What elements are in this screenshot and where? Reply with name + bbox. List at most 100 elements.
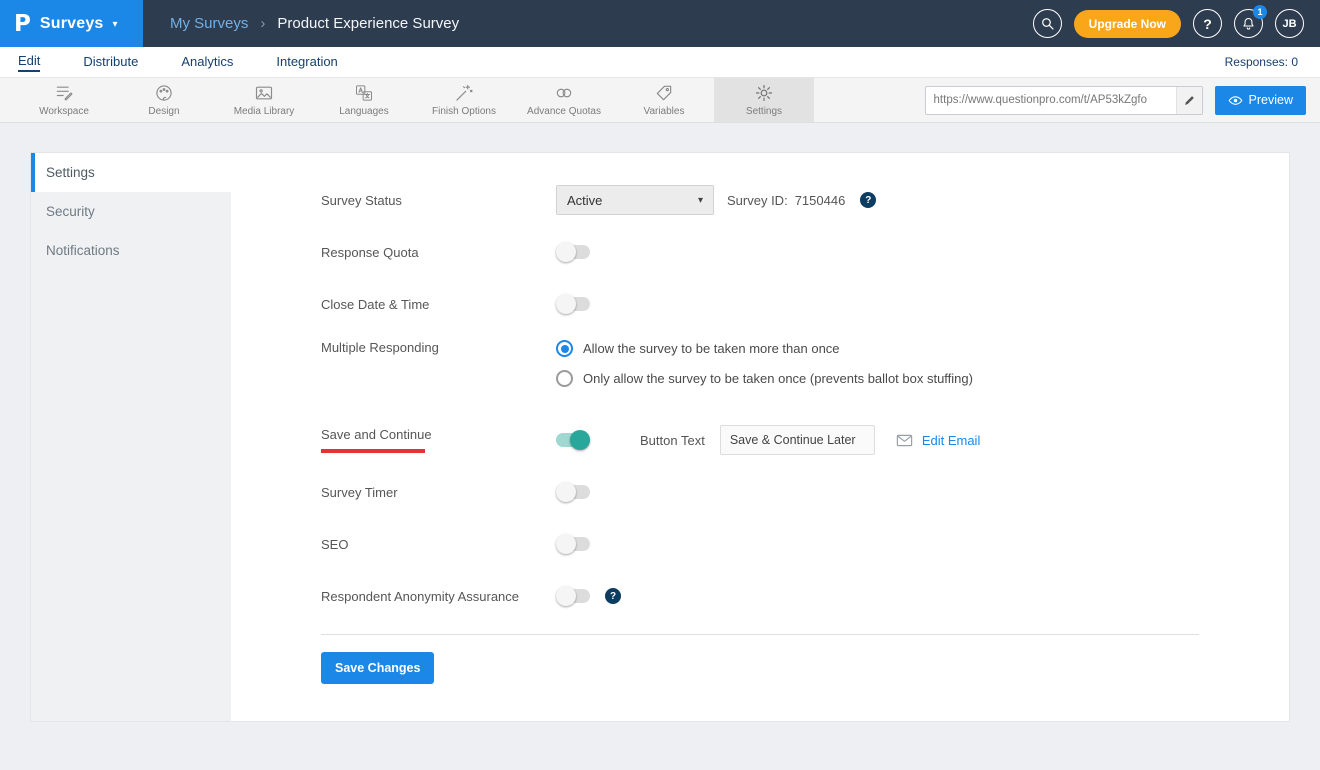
survey-url-box: [925, 86, 1203, 115]
tabbar: Edit Distribute Analytics Integration Re…: [0, 47, 1320, 78]
sidebar-item-notifications[interactable]: Notifications: [31, 231, 231, 270]
topbar-actions: Upgrade Now ? 1 JB: [1033, 9, 1320, 38]
toolbar-item-label: Design: [148, 106, 179, 117]
seo-label: SEO: [321, 537, 556, 552]
toolbar-item-label: Workspace: [39, 106, 89, 117]
help-button[interactable]: ?: [1193, 9, 1222, 38]
topbar: P Surveys ▾ My Surveys › Product Experie…: [0, 0, 1320, 47]
palette-icon: [154, 83, 174, 103]
tab-distribute[interactable]: Distribute: [83, 54, 138, 71]
wand-icon: [454, 83, 474, 103]
toolbar-item-label: Variables: [644, 106, 685, 117]
radio-option-allow: Allow the survey to be taken more than o…: [556, 340, 973, 357]
sidebar-item-label: Settings: [46, 165, 95, 180]
product-name: Surveys: [40, 15, 104, 33]
responses-count: Responses: 0: [1225, 55, 1302, 69]
form-divider: [321, 634, 1199, 635]
notifications-button[interactable]: 1: [1234, 9, 1263, 38]
sidebar-item-label: Notifications: [46, 243, 120, 258]
toggle-knob: [556, 242, 576, 262]
radio-label: Allow the survey to be taken more than o…: [583, 341, 840, 356]
eye-icon: [1228, 93, 1243, 108]
search-icon: [1040, 16, 1055, 31]
gear-icon: [754, 83, 774, 103]
response-quota-label: Response Quota: [321, 245, 556, 260]
bell-icon: [1241, 16, 1256, 31]
respondent-anonymity-toggle[interactable]: [556, 589, 590, 603]
settings-sidebar: Settings Security Notifications: [31, 153, 231, 721]
breadcrumb-separator: ›: [260, 15, 265, 32]
close-date-label: Close Date & Time: [321, 297, 556, 312]
chevron-down-icon: ▾: [113, 19, 118, 30]
toolbar-item-label: Media Library: [234, 106, 295, 117]
survey-url-input[interactable]: [926, 94, 1176, 106]
toggle-knob: [556, 586, 576, 606]
close-date-toggle[interactable]: [556, 297, 590, 311]
toolbar-item-label: Advance Quotas: [527, 106, 601, 117]
links-icon: [554, 83, 574, 103]
survey-status-select[interactable]: Active ▾: [556, 185, 714, 215]
save-and-continue-label: Save and Continue: [321, 427, 556, 453]
toolbar-right: Preview: [925, 78, 1320, 122]
button-text-input[interactable]: [720, 425, 875, 455]
toolbar-item-variables[interactable]: Variables: [614, 78, 714, 122]
languages-icon: [354, 83, 374, 103]
survey-status-label: Survey Status: [321, 193, 556, 208]
search-button[interactable]: [1033, 9, 1062, 38]
question-mark-icon: ?: [1203, 16, 1212, 32]
page-title: Product Experience Survey: [277, 15, 459, 32]
toolbar-item-settings[interactable]: Settings: [714, 78, 814, 122]
sidebar-item-settings[interactable]: Settings: [31, 153, 231, 192]
toolbar-item-workspace[interactable]: Workspace: [14, 78, 114, 122]
red-annotation-underline: [321, 449, 425, 453]
questionpro-logo: P: [14, 11, 31, 37]
seo-row: SEO: [321, 518, 1289, 570]
seo-toggle[interactable]: [556, 537, 590, 551]
tab-integration[interactable]: Integration: [276, 54, 337, 71]
survey-id-help-icon[interactable]: ?: [860, 192, 876, 208]
survey-timer-label: Survey Timer: [321, 485, 556, 500]
toolbar-item-advance-quotas[interactable]: Advance Quotas: [514, 78, 614, 122]
settings-card: Settings Security Notifications Survey S…: [30, 152, 1290, 722]
toggle-knob: [570, 430, 590, 450]
toolbar-item-finish-options[interactable]: Finish Options: [414, 78, 514, 122]
chevron-down-icon: ▾: [698, 195, 703, 206]
edit-email-link[interactable]: Edit Email: [895, 431, 981, 450]
toolbar-item-design[interactable]: Design: [114, 78, 214, 122]
envelope-icon: [895, 431, 914, 450]
survey-status-row: Survey Status Active ▾ Survey ID: 715044…: [321, 174, 1289, 226]
toggle-knob: [556, 534, 576, 554]
avatar-initials: JB: [1282, 18, 1296, 30]
save-and-continue-label-text: Save and Continue: [321, 427, 432, 442]
multiple-responding-label: Multiple Responding: [321, 340, 556, 355]
toggle-knob: [556, 294, 576, 314]
save-changes-button[interactable]: Save Changes: [321, 652, 434, 684]
toolbar-item-languages[interactable]: Languages: [314, 78, 414, 122]
save-and-continue-toggle[interactable]: [556, 433, 590, 447]
button-text-label: Button Text: [640, 433, 705, 448]
product-switcher[interactable]: P Surveys ▾: [0, 0, 143, 47]
preview-button[interactable]: Preview: [1215, 86, 1306, 115]
edit-url-button[interactable]: [1176, 87, 1202, 114]
tab-analytics[interactable]: Analytics: [181, 54, 233, 71]
sidebar-item-security[interactable]: Security: [31, 192, 231, 231]
respondent-anonymity-help-icon[interactable]: ?: [605, 588, 621, 604]
image-icon: [254, 83, 274, 103]
close-date-row: Close Date & Time: [321, 278, 1289, 330]
pencil-icon: [1183, 94, 1196, 107]
radio-only-once[interactable]: [556, 370, 573, 387]
survey-timer-toggle[interactable]: [556, 485, 590, 499]
survey-timer-row: Survey Timer: [321, 466, 1289, 518]
breadcrumb-my-surveys[interactable]: My Surveys: [170, 15, 248, 32]
toolbar-item-media-library[interactable]: Media Library: [214, 78, 314, 122]
radio-allow-multiple[interactable]: [556, 340, 573, 357]
response-quota-toggle[interactable]: [556, 245, 590, 259]
toolbar-item-label: Languages: [339, 106, 389, 117]
avatar[interactable]: JB: [1275, 9, 1304, 38]
multiple-responding-row: Multiple Responding Allow the survey to …: [321, 330, 1289, 414]
tab-edit[interactable]: Edit: [18, 53, 40, 72]
upgrade-now-button[interactable]: Upgrade Now: [1074, 10, 1181, 38]
respondent-anonymity-row: Respondent Anonymity Assurance ?: [321, 570, 1289, 622]
toggle-knob: [556, 482, 576, 502]
notification-badge: 1: [1253, 5, 1267, 19]
